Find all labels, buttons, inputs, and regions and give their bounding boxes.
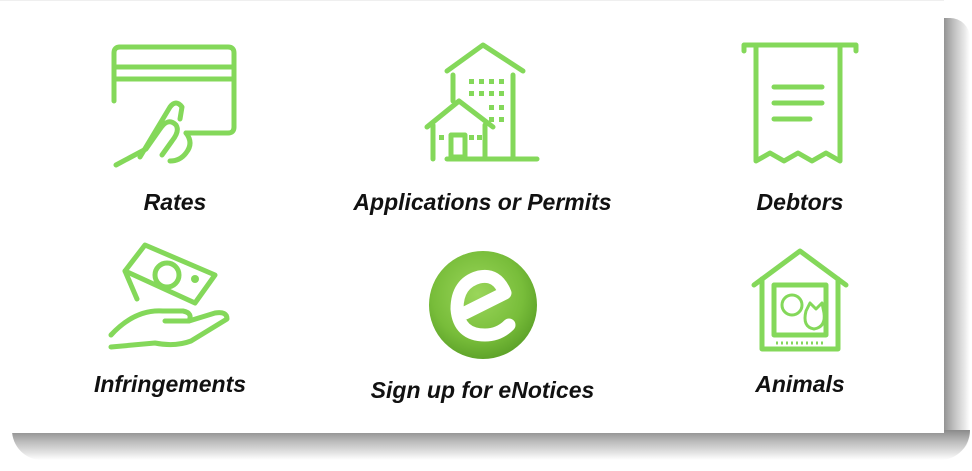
tile-infringements[interactable]: Infringements (50, 239, 290, 419)
animal-house-icon (751, 248, 849, 352)
tile-debtors[interactable]: Debtors (700, 31, 900, 221)
tile-rates[interactable]: Rates (60, 31, 290, 221)
enotices-logo-icon (428, 251, 537, 359)
receipt-icon (741, 42, 859, 164)
tile-label: Animals (755, 371, 845, 397)
services-panel: Rates Applications or Permits Debtors In… (0, 0, 944, 433)
buildings-icon (424, 42, 539, 162)
tile-enotices[interactable]: Sign up for eNotices (325, 239, 640, 419)
tile-applications-permits[interactable]: Applications or Permits (325, 31, 640, 221)
panel-shadow-right (942, 18, 970, 454)
tile-label: Debtors (756, 189, 844, 215)
panel-shadow-bottom (12, 430, 970, 460)
tile-label: Sign up for eNotices (370, 377, 595, 403)
money-hand-icon (108, 242, 230, 350)
page-frame: Rates Applications or Permits Debtors In… (0, 0, 972, 471)
tile-label: Rates (143, 189, 207, 215)
tile-label: Applications or Permits (353, 189, 612, 215)
tile-animals[interactable]: Animals (700, 239, 900, 419)
tile-label: Infringements (93, 371, 247, 397)
credit-card-hand-icon (111, 44, 237, 168)
